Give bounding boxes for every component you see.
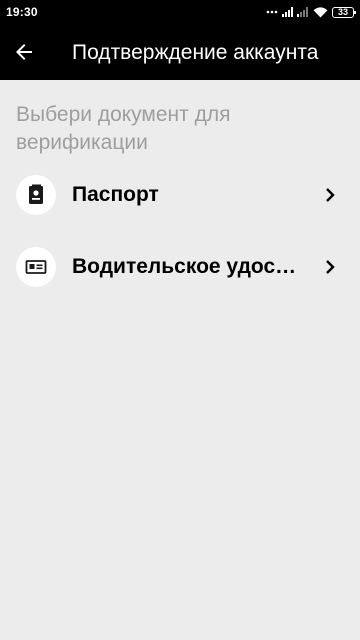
document-option-drivers-license[interactable]: Водительское удостоверение	[0, 237, 360, 297]
id-card-icon-badge	[16, 247, 56, 287]
document-option-passport[interactable]: Паспорт	[0, 165, 360, 225]
battery-icon: 33	[332, 6, 356, 18]
back-button[interactable]	[12, 40, 36, 64]
document-option-label: Водительское удостоверение	[72, 255, 300, 278]
chevron-right-icon	[326, 260, 335, 274]
passport-icon	[29, 184, 43, 204]
chevron-right-icon	[326, 188, 335, 202]
wifi-icon	[313, 6, 328, 17]
status-icons: 33	[266, 4, 356, 20]
battery-level: 33	[337, 6, 348, 17]
id-card-icon	[25, 260, 47, 274]
signal-icon	[297, 7, 308, 17]
instruction-text: Выбери документ для верификации	[16, 103, 231, 154]
status-bar: 19:30 33	[0, 0, 360, 24]
signal-icon	[282, 7, 293, 17]
status-time: 19:30	[6, 5, 38, 19]
arrow-back-icon	[16, 44, 32, 60]
page-title: Подтверждение аккаунта	[72, 41, 319, 64]
passport-icon-badge	[16, 175, 56, 215]
dots-icon	[266, 10, 278, 14]
document-option-label: Паспорт	[72, 183, 159, 206]
app-bar: Подтверждение аккаунта	[0, 24, 360, 80]
